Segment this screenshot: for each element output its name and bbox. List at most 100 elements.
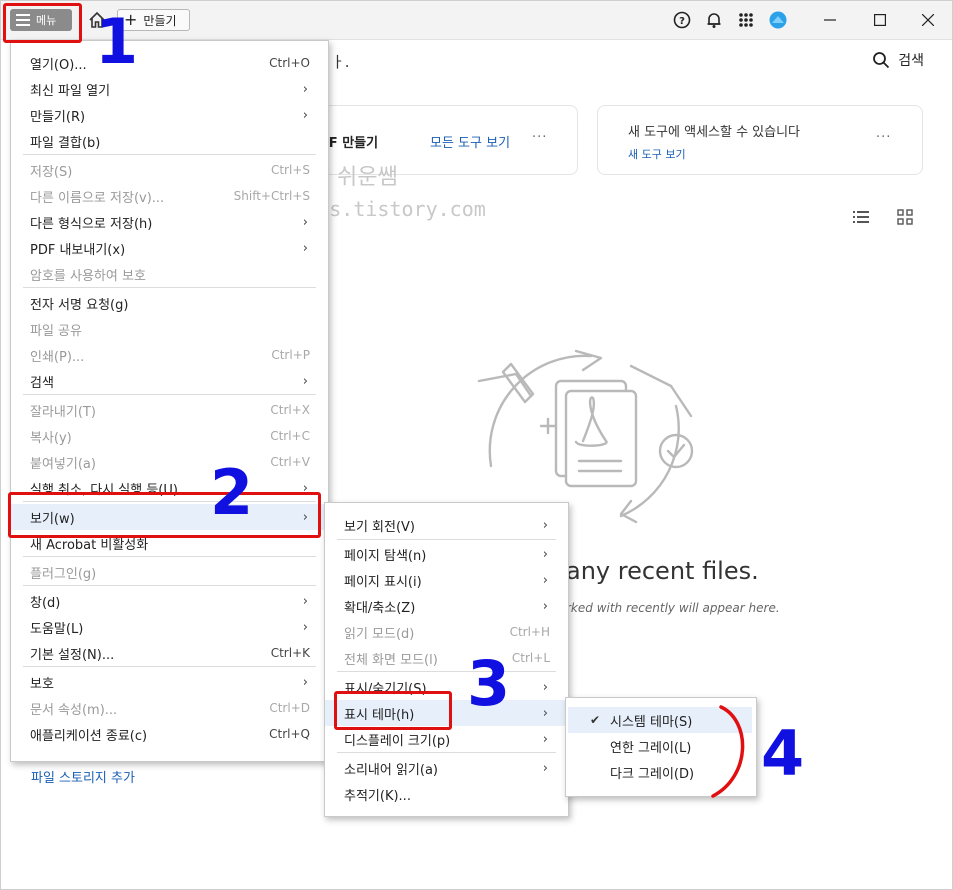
minimize-icon [824,19,836,21]
chevron-right-icon: › [302,674,308,690]
annotation-bracket-4 [711,705,745,798]
main-menu-item-9[interactable]: 전자 서명 요청(g) [11,290,328,316]
shortcut-text: Ctrl+Q [269,727,310,741]
shortcut-text: Ctrl+C [270,429,310,443]
chevron-right-icon: › [302,214,308,230]
chevron-right-icon: › [542,731,548,747]
main-menu-item-2[interactable]: 만들기(R) › [11,102,328,128]
view-menu-item-9[interactable]: 소리내어 읽기(a) › [325,755,568,781]
shortcut-text: Ctrl+X [270,403,310,417]
main-menu-item-label: 저장(S) [30,164,73,180]
main-menu-item-label: 전자 서명 요청(g) [30,297,129,313]
bell-icon[interactable] [705,11,723,29]
main-menu-item-label: 애플리케이션 종료(c) [30,728,148,744]
add-file-storage-link[interactable]: 파일 스토리지 추가 [31,767,135,786]
main-menu-item-label: 기본 설정(N)... [30,647,115,663]
chevron-right-icon: › [302,619,308,635]
main-menu-item-label: 도움말(L) [30,621,84,637]
main-menu-item-22[interactable]: 기본 설정(N)... Ctrl+K [11,640,328,666]
chevron-right-icon: › [542,598,548,614]
view-menu-item-label: 추적기(K)... [344,788,411,804]
close-icon [922,14,934,26]
view-menu-item-4: 읽기 모드(d) Ctrl+H [325,619,568,645]
main-menu-item-label: 암호를 사용하여 보호 [30,268,146,284]
list-view-icon[interactable] [853,209,871,225]
watermark-line1: 쉬운쌤 [337,165,398,190]
main-menu-item-label: 파일 공유 [30,323,82,339]
maximize-icon [874,14,886,26]
all-tools-link[interactable]: 모든 도구 보기 [430,132,510,151]
menu-separator [23,287,316,288]
main-menu-item-label: 다른 이름으로 저장(v)... [30,190,165,206]
header-search-button[interactable]: 검색 [872,50,924,70]
chevron-right-icon: › [542,760,548,776]
main-menu-item-12[interactable]: 검색 › [11,368,328,394]
minimize-button[interactable] [807,7,853,33]
main-menu-item-0[interactable]: 열기(O)... Ctrl+O [11,50,328,76]
menu-separator [23,556,316,557]
chevron-right-icon: › [302,81,308,97]
main-menu-item-21[interactable]: 도움말(L) › [11,614,328,640]
view-menu-item-1[interactable]: 페이지 탐색(n) › [325,541,568,567]
main-menu: 열기(O)... Ctrl+O 최신 파일 열기 › 만들기(R) › 파일 결합(b) 저장… [10,40,329,762]
main-menu-item-3[interactable]: 파일 결합(b) [11,128,328,154]
annotation-number-2: 2 [210,456,254,529]
menu-separator [23,585,316,586]
menu-separator [337,752,556,753]
tools-card: DF 만들기 모든 도구 보기 ··· [291,105,578,175]
annotation-box-2 [8,492,321,538]
chevron-right-icon: › [302,593,308,609]
chevron-right-icon: › [542,679,548,695]
shortcut-text: Ctrl+V [270,455,310,469]
new-tools-link[interactable]: 새 도구 보기 [628,146,686,162]
main-menu-item-19: 플러그인(g) [11,559,328,585]
apps-grid-icon[interactable] [737,11,755,29]
main-menu-item-7[interactable]: PDF 내보내기(x) › [11,235,328,261]
header-partial-text: ㅏ. [331,53,350,71]
menu-separator [23,394,316,395]
menu-separator [337,539,556,540]
main-menu-item-label: 플러그인(g) [30,566,97,582]
grid-view-icon[interactable] [897,209,913,225]
menu-separator [23,154,316,155]
annotation-number-3: 3 [467,647,511,720]
main-menu-item-label: PDF 내보내기(x) [30,242,126,258]
view-menu-item-label: 소리내어 읽기(a) [344,762,439,778]
view-menu-item-0[interactable]: 보기 회전(V) › [325,512,568,538]
shortcut-text: Ctrl+P [271,348,310,362]
main-menu-item-25[interactable]: 애플리케이션 종료(c) Ctrl+Q [11,721,328,747]
theme-option-label: 시스템 테마(S) [610,714,693,730]
annotation-number-4: 4 [761,717,805,790]
main-menu-item-20[interactable]: 창(d) › [11,588,328,614]
main-menu-item-6[interactable]: 다른 형식으로 저장(h) › [11,209,328,235]
view-menu-item-10[interactable]: 추적기(K)... [325,781,568,807]
main-menu-item-23[interactable]: 보호 › [11,669,328,695]
new-tools-card: 새 도구에 액세스할 수 있습니다 새 도구 보기 ··· [597,105,923,175]
maximize-button[interactable] [857,7,903,33]
main-menu-item-11: 인쇄(P)... Ctrl+P [11,342,328,368]
view-menu-item-2[interactable]: 페이지 표시(i) › [325,567,568,593]
shortcut-text: Ctrl+H [509,625,550,639]
close-button[interactable] [905,7,951,33]
annotation-box-3 [334,691,452,730]
chevron-right-icon: › [302,107,308,123]
chevron-right-icon: › [542,517,548,533]
help-icon[interactable]: ? [673,11,691,29]
shortcut-text: Ctrl+S [270,163,310,177]
main-menu-item-label: 최신 파일 열기 [30,83,111,99]
more-icon[interactable]: ··· [876,130,891,145]
more-icon[interactable]: ··· [532,130,547,145]
svg-text:?: ? [679,16,685,27]
main-menu-item-10: 파일 공유 [11,316,328,342]
view-menu-item-5: 전체 화면 모드(l) Ctrl+L [325,645,568,671]
shortcut-text: Shift+Ctrl+S [233,189,310,203]
shortcut-text: Ctrl+D [269,701,310,715]
main-menu-item-label: 만들기(R) [30,109,86,125]
cloud-avatar-icon[interactable] [769,11,787,29]
view-menu-item-label: 전체 화면 모드(l) [344,652,438,668]
main-menu-item-1[interactable]: 최신 파일 열기 › [11,76,328,102]
main-menu-item-14: 복사(y) Ctrl+C [11,423,328,449]
view-menu-item-label: 읽기 모드(d) [344,626,415,642]
view-menu-item-label: 디스플레이 크기(p) [344,733,451,749]
view-menu-item-3[interactable]: 확대/축소(Z) › [325,593,568,619]
